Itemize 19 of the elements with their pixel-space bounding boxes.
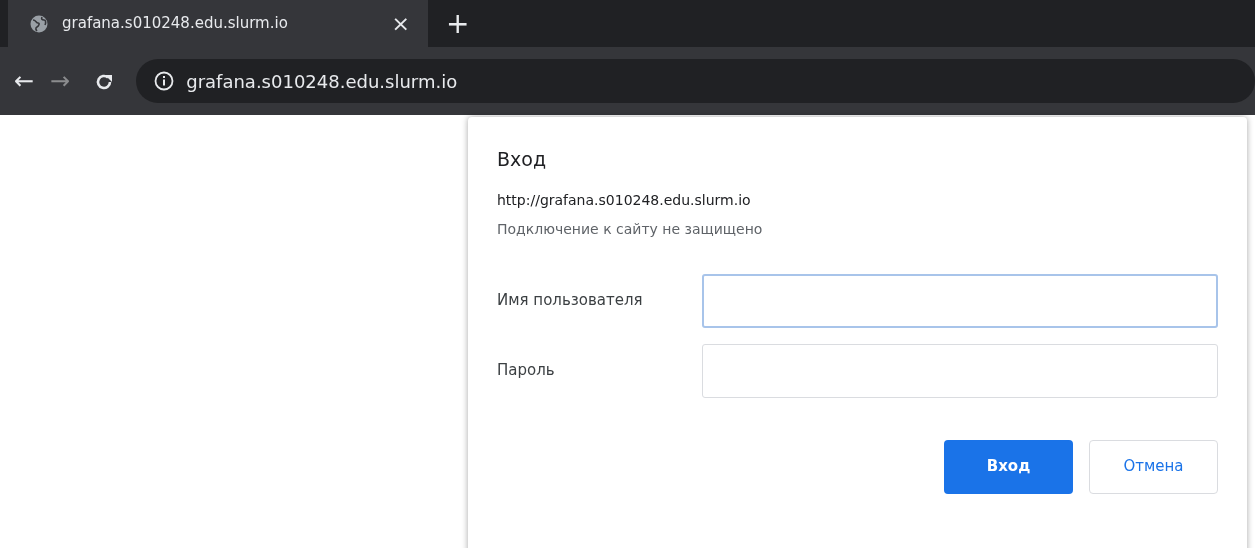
site-origin: http://grafana.s010248.edu.slurm.io xyxy=(497,190,752,210)
new-tab-button[interactable]: + xyxy=(442,9,474,38)
address-bar[interactable]: grafana.s010248.edu.slurm.io xyxy=(136,59,1255,103)
field-label: Пароль xyxy=(497,360,556,382)
username-field[interactable] xyxy=(702,273,1218,328)
globe-icon xyxy=(30,14,48,33)
close-tab-button[interactable]: × xyxy=(387,12,414,35)
sign-in-button[interactable]: Вход xyxy=(944,439,1073,494)
tab-title: grafana.s010248.edu.slurm.io xyxy=(62,13,289,35)
cancel-button[interactable]: Отмена xyxy=(1089,439,1218,494)
password-field[interactable] xyxy=(702,343,1218,398)
browser-tab[interactable]: grafana.s010248.edu.slurm.io × xyxy=(8,0,428,47)
back-button[interactable]: ← xyxy=(6,69,43,93)
info-icon xyxy=(154,71,175,91)
dialog-title: Вход xyxy=(497,147,548,172)
connection-warning: Подключение к сайту не защищено xyxy=(497,219,764,239)
field-label: Имя пользователя xyxy=(497,290,644,312)
reload-icon xyxy=(94,72,115,92)
address-text: grafana.s010248.edu.slurm.io xyxy=(186,69,458,94)
